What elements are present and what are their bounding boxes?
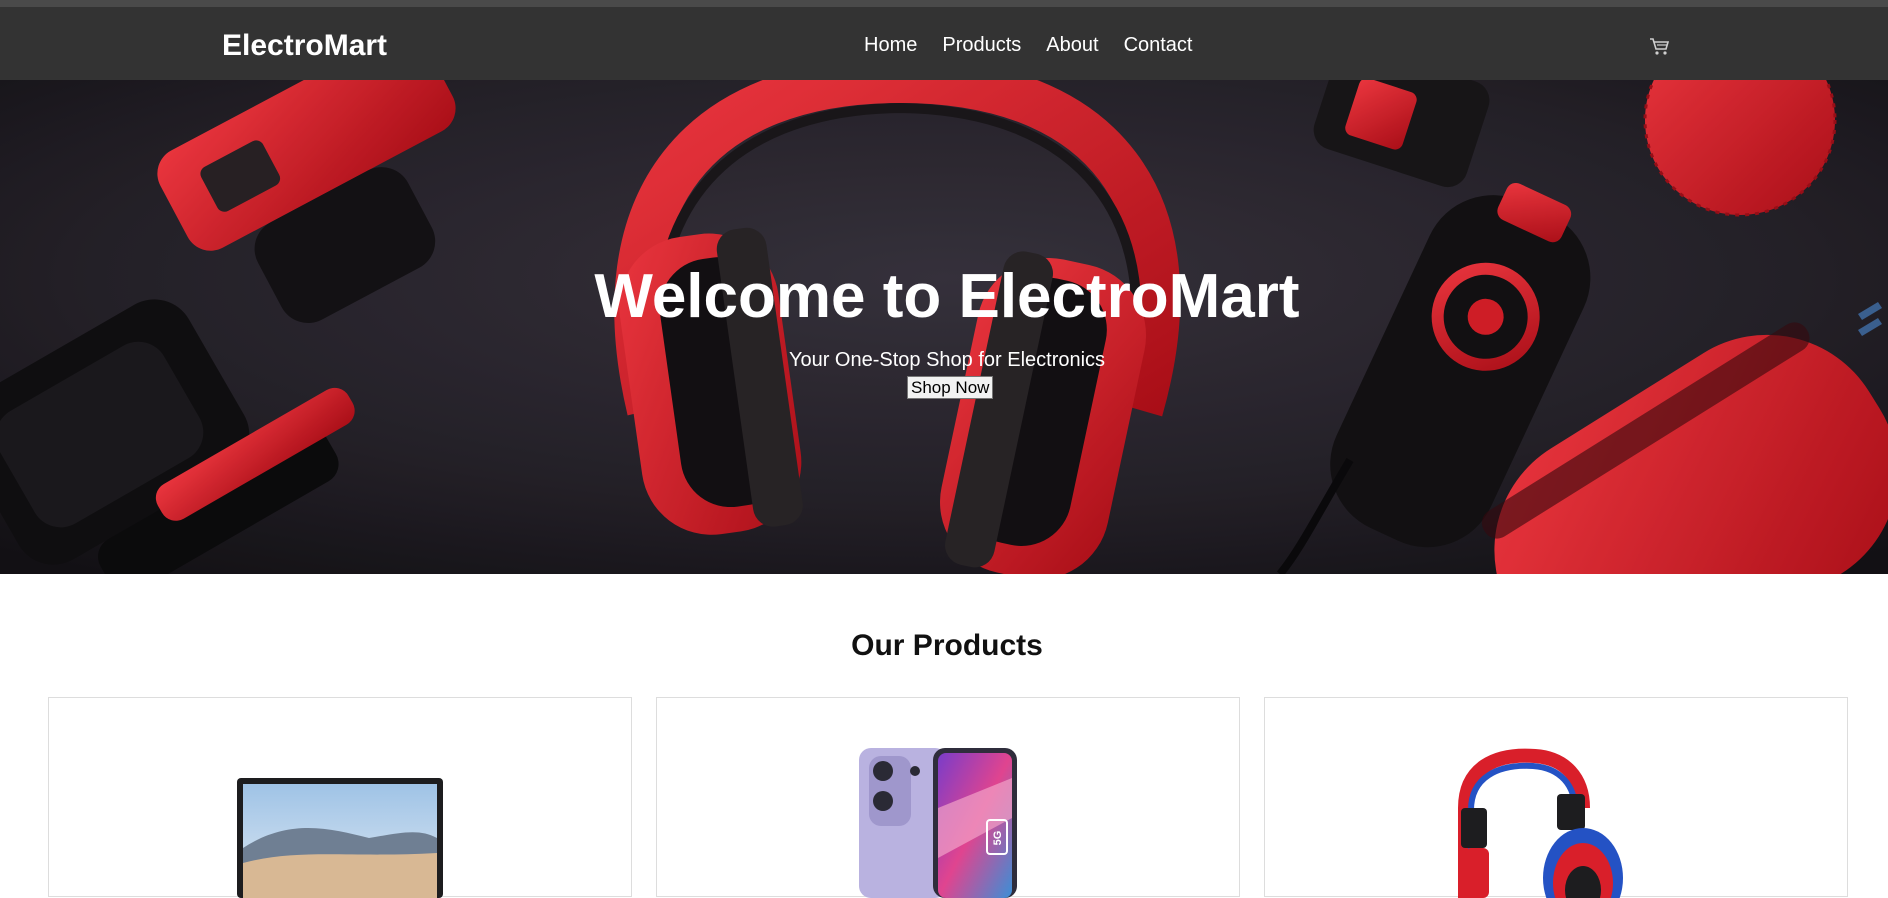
nav-home-link[interactable]: Home	[864, 33, 917, 57]
product-card-smartphone[interactable]: 5G	[656, 697, 1240, 898]
browser-top-strip	[0, 0, 1888, 7]
product-card-headphones[interactable]	[1264, 697, 1848, 898]
five-g-badge: 5G	[992, 831, 1004, 846]
product-card-laptop[interactable]	[48, 697, 632, 898]
brand-logo[interactable]: ElectroMart	[222, 29, 387, 63]
laptop-image	[237, 778, 443, 898]
nav-products-link[interactable]: Products	[942, 33, 1021, 57]
nav-contact-link[interactable]: Contact	[1124, 33, 1193, 57]
products-heading: Our Products	[851, 629, 1043, 662]
navbar: ElectroMart Home Products About Contact	[0, 7, 1888, 80]
cart-icon[interactable]	[1648, 35, 1670, 57]
headphones-image	[1458, 748, 1623, 898]
hero-title: Welcome to ElectroMart	[594, 262, 1300, 331]
smartphone-5g-image: 5G	[859, 748, 1017, 898]
shop-now-button[interactable]: Shop Now	[907, 376, 994, 399]
hero-banner: Welcome to ElectroMart Your One-Stop Sho…	[0, 80, 1888, 574]
main-nav: Home Products About Contact	[864, 33, 1193, 57]
hero-subtitle: Your One-Stop Shop for Electronics	[788, 349, 1106, 371]
nav-about-link[interactable]: About	[1046, 33, 1098, 57]
